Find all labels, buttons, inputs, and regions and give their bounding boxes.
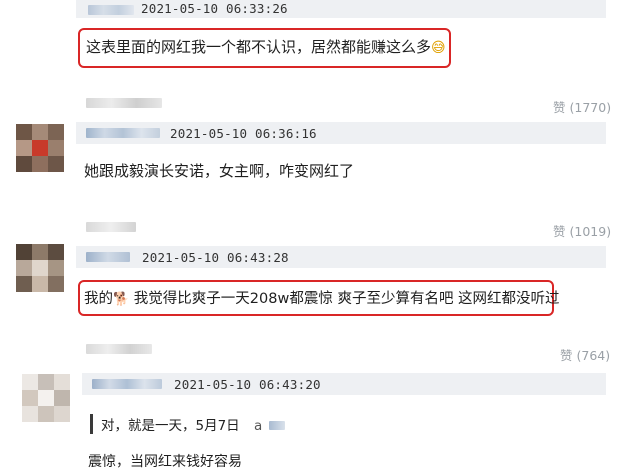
comment-text: 这表里面的网红我一个都不认识，居然都能赚这么多😅: [86, 38, 446, 56]
comment-text: 我的🐕 我觉得比爽子一天208w都震惊 爽子至少算有名吧 这网红都没听过: [84, 291, 560, 307]
comment-timestamp: 2021-05-10 06:43:20: [174, 377, 321, 392]
comment-timestamp: 2021-05-10 06:33:26: [141, 1, 288, 16]
username-blurred[interactable]: [86, 252, 130, 262]
reply-blurred-meta: [86, 98, 162, 108]
username-blurred[interactable]: [86, 128, 160, 138]
avatar[interactable]: [16, 244, 64, 292]
comment-timestamp: 2021-05-10 06:43:28: [142, 250, 289, 265]
comment-timestamp: 2021-05-10 06:36:16: [170, 126, 317, 141]
quoted-username-blurred: [268, 421, 285, 430]
like-button[interactable]: 赞 (764): [560, 345, 610, 364]
comment-text: 她跟成毅演长安诺，女主啊，咋变网红了: [84, 162, 355, 180]
username-blurred[interactable]: [92, 379, 162, 389]
avatar[interactable]: [16, 124, 64, 172]
like-button[interactable]: 赞 (1019): [553, 221, 611, 240]
sweat-smile-icon: 😅: [431, 40, 446, 56]
avatar[interactable]: [22, 374, 70, 422]
reply-blurred-meta: [86, 344, 152, 354]
username-blurred[interactable]: [88, 5, 134, 15]
dog-icon: 🐕: [113, 292, 130, 307]
reply-blurred-meta: [86, 222, 136, 232]
quoted-reply: 对，就是一天，5月7日 a: [90, 414, 285, 434]
like-button[interactable]: 赞 (1770): [553, 97, 611, 116]
comment-text: 震惊，当网红来钱好容易: [88, 454, 242, 470]
